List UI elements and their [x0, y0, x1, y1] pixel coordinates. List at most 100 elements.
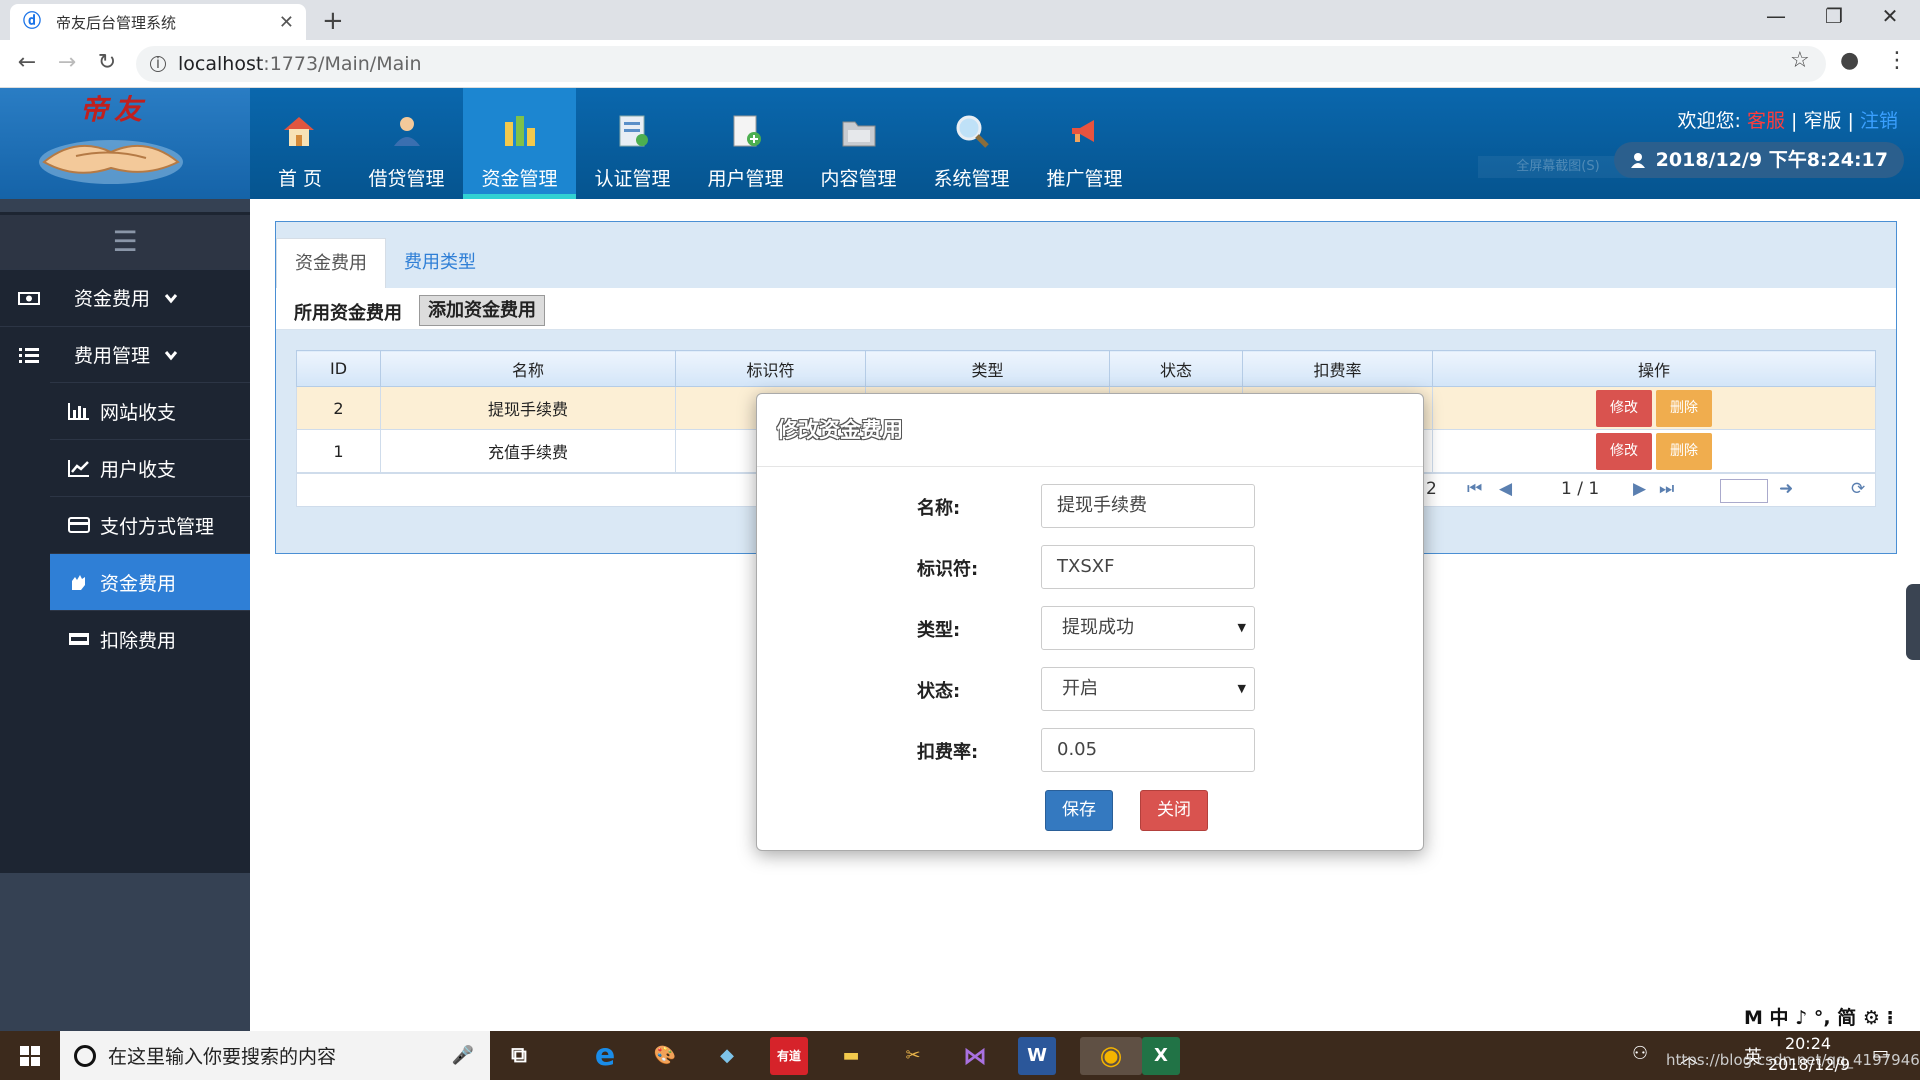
- prev-page-icon[interactable]: ◀: [1499, 479, 1512, 499]
- browser-tab[interactable]: ⓓ 帝友后台管理系统 ✕: [10, 4, 306, 40]
- sidebar-group-fees[interactable]: 费用管理: [0, 326, 250, 382]
- nav-label: 借贷管理: [368, 168, 445, 190]
- microphone-icon[interactable]: 🎤: [452, 1045, 474, 1066]
- main-nav: 首 页 借贷管理 资金管理 认证管理 用户管理 内容管理 系统管理 推广管理: [250, 88, 1141, 199]
- nav-auth[interactable]: 认证管理: [576, 88, 689, 199]
- pager-rows-value: 2: [1426, 479, 1437, 499]
- youdao-icon[interactable]: 有道: [770, 1037, 808, 1075]
- col-type[interactable]: 类型: [865, 350, 1110, 387]
- sidebar-group-funds[interactable]: 资金费用: [0, 269, 250, 325]
- sidebar-item-fund-fees[interactable]: 资金费用: [50, 553, 250, 610]
- nav-users[interactable]: 用户管理: [689, 88, 802, 199]
- cell-name: 提现手续费: [380, 386, 676, 430]
- people-icon[interactable]: ⚇: [1632, 1043, 1648, 1064]
- add-fee-button[interactable]: 添加资金费用: [419, 295, 545, 326]
- field-status-row: 状态: 开启 ▼: [757, 667, 1423, 711]
- tab-fee-types[interactable]: 费用类型: [386, 238, 494, 288]
- col-status[interactable]: 状态: [1109, 350, 1243, 387]
- excel-icon[interactable]: X: [1142, 1037, 1180, 1075]
- nav-funds[interactable]: 资金管理: [463, 88, 576, 199]
- sidebar-item-site-income[interactable]: 网站收支: [50, 382, 250, 439]
- tab-title: 帝友后台管理系统: [56, 13, 177, 32]
- restore-icon[interactable]: ❐: [1804, 4, 1864, 28]
- cortana-icon: [74, 1044, 96, 1067]
- name-input[interactable]: 提现手续费: [1041, 484, 1255, 528]
- refresh-icon[interactable]: ⟳: [1851, 479, 1865, 499]
- scrollbar-handle[interactable]: [1906, 584, 1920, 660]
- separator: |: [1847, 110, 1854, 132]
- ime-toolbar[interactable]: M 中 ♪ °, 简 ⚙ ⁝: [1740, 1004, 1920, 1032]
- toolbar: 所用资金费用 添加资金费用: [276, 288, 1896, 330]
- forward-icon[interactable]: →: [52, 50, 82, 75]
- next-page-icon[interactable]: ▶: [1633, 479, 1646, 499]
- field-label: 扣费率:: [917, 742, 979, 763]
- narrow-layout-link[interactable]: 窄版: [1803, 110, 1841, 132]
- new-tab-icon[interactable]: +: [322, 6, 344, 36]
- rate-input[interactable]: 0.05: [1041, 728, 1255, 772]
- chevron-down-icon: [164, 350, 178, 360]
- col-id[interactable]: ID: [296, 350, 381, 387]
- hand-icon: [72, 575, 85, 590]
- close-tab-icon[interactable]: ✕: [279, 12, 294, 33]
- windows-start-icon[interactable]: [0, 1031, 60, 1080]
- cell-actions: 修改 删除: [1432, 429, 1876, 473]
- sidebar-item-deductions[interactable]: 扣除费用: [50, 610, 250, 667]
- nav-home[interactable]: 首 页: [250, 88, 350, 199]
- url-field[interactable]: i localhost:1773/Main/Main: [136, 46, 1826, 82]
- system-clock[interactable]: 20:24 2018/12/9: [1768, 1033, 1850, 1075]
- nav-system[interactable]: 系统管理: [915, 88, 1028, 199]
- nav-loan[interactable]: 借贷管理: [350, 88, 463, 199]
- col-code[interactable]: 标识符: [675, 350, 866, 387]
- status-select[interactable]: 开启 ▼: [1041, 667, 1255, 711]
- person-icon: [394, 117, 420, 146]
- hamburger-icon[interactable]: ☰: [0, 215, 250, 269]
- logo[interactable]: 帝友: [0, 88, 250, 199]
- bar-chart-icon: [505, 116, 535, 146]
- logout-link[interactable]: 注销: [1860, 110, 1898, 132]
- first-page-icon[interactable]: ⏮: [1467, 479, 1482, 499]
- col-name[interactable]: 名称: [380, 350, 676, 387]
- visual-studio-icon[interactable]: ⋈: [956, 1037, 994, 1075]
- delete-button[interactable]: 删除: [1656, 389, 1712, 427]
- taskbar-search[interactable]: 在这里输入你要搜索的内容 🎤: [60, 1031, 490, 1080]
- edge-browser-icon[interactable]: e: [586, 1037, 624, 1075]
- code-input[interactable]: TXSXF: [1041, 545, 1255, 589]
- col-rate[interactable]: 扣费率: [1242, 350, 1433, 387]
- back-icon[interactable]: ←: [12, 50, 42, 75]
- taskbar: 在这里输入你要搜索的内容 🎤 ⧉ e 🎨 ◆ 有道 ▬ ✂ ⋈ W ◉ X ⚇ …: [0, 1031, 1920, 1080]
- edit-button[interactable]: 修改: [1596, 389, 1652, 427]
- clock-time: 20:24: [1784, 1034, 1832, 1053]
- tab-fund-fees[interactable]: 资金费用: [276, 238, 386, 288]
- notification-icon[interactable]: ▭: [1872, 1043, 1889, 1064]
- task-view-icon[interactable]: ⧉: [500, 1037, 538, 1075]
- table-header: ID 名称 标识符 类型 状态 扣费率 操作: [296, 350, 1876, 387]
- reload-icon[interactable]: ↻: [92, 50, 122, 75]
- save-button[interactable]: 保存: [1045, 790, 1113, 831]
- sidebar-item-payment-methods[interactable]: 支付方式管理: [50, 496, 250, 553]
- user-service-link[interactable]: 客服: [1747, 110, 1785, 132]
- bookmark-star-icon[interactable]: ☆: [1790, 48, 1810, 73]
- minimize-icon[interactable]: —: [1746, 4, 1806, 28]
- file-explorer-icon[interactable]: ▬: [832, 1037, 870, 1075]
- app-icon[interactable]: ◆: [708, 1037, 746, 1075]
- type-select[interactable]: 提现成功 ▼: [1041, 606, 1255, 650]
- nav-content[interactable]: 内容管理: [802, 88, 915, 199]
- page-number-input[interactable]: [1720, 479, 1768, 503]
- site-info-icon[interactable]: i: [150, 56, 166, 72]
- account-icon[interactable]: ●: [1840, 48, 1859, 73]
- go-page-icon[interactable]: ➜: [1779, 479, 1793, 499]
- edit-button[interactable]: 修改: [1596, 432, 1652, 470]
- tools-icon[interactable]: ✂: [894, 1037, 932, 1075]
- paint-icon[interactable]: 🎨: [646, 1037, 684, 1075]
- chevron-down-icon: [164, 293, 178, 303]
- datetime-text: 2018/12/9 下午8:24:17: [1655, 149, 1888, 171]
- last-page-icon[interactable]: ⏭: [1659, 479, 1674, 499]
- close-window-icon[interactable]: ✕: [1860, 4, 1920, 28]
- close-button[interactable]: 关闭: [1140, 790, 1208, 831]
- nav-promotion[interactable]: 推广管理: [1028, 88, 1141, 199]
- delete-button[interactable]: 删除: [1656, 432, 1712, 470]
- sidebar-item-user-income[interactable]: 用户收支: [50, 439, 250, 496]
- word-icon[interactable]: W: [1018, 1037, 1056, 1075]
- chrome-icon[interactable]: ◉: [1080, 1037, 1142, 1075]
- menu-dots-icon[interactable]: ⋮: [1886, 48, 1908, 73]
